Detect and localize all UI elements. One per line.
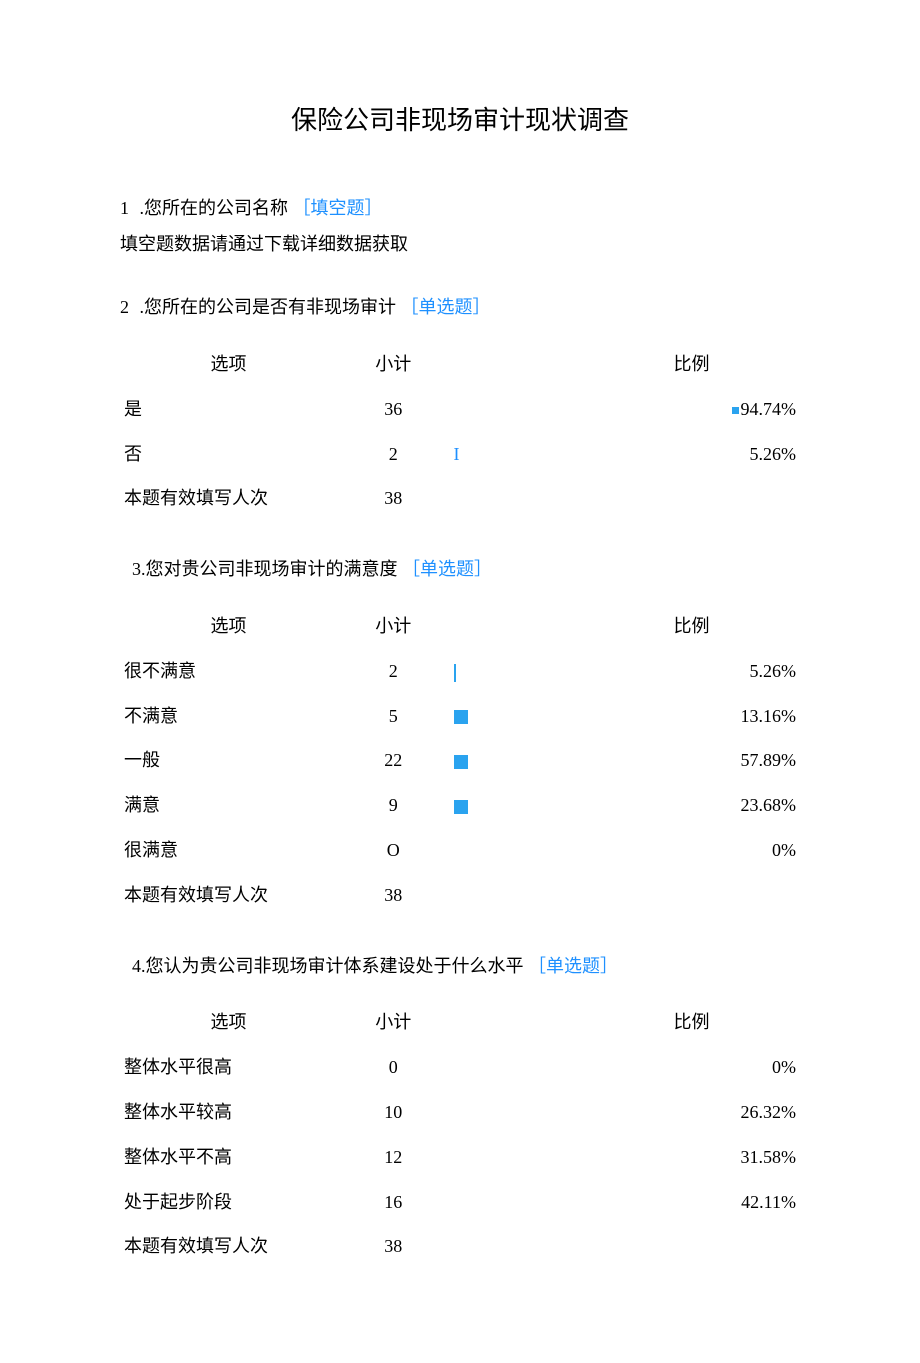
bar-icon — [732, 407, 739, 414]
percent-value: 5.26% — [583, 649, 800, 694]
bar-icon — [454, 755, 468, 769]
total-count: 38 — [337, 1224, 450, 1269]
percent-value: 13.16% — [583, 694, 800, 739]
total-count: 38 — [337, 873, 450, 918]
question-2: 2 .您所在的公司是否有非现场审计 ［单选题］ 选项 小计 比例 是 36 94… — [120, 293, 800, 521]
bar-icon — [454, 664, 456, 682]
table-row: 是 36 94.74% — [120, 387, 800, 432]
percent-value: 26.32% — [583, 1090, 800, 1135]
col-subtotal: 小计 — [337, 342, 450, 387]
option-label: 很不满意 — [120, 649, 337, 694]
table-row: 否 2 I 5.26% — [120, 432, 800, 477]
q4-results-table: 选项 小计 比例 整体水平很高 0 0% 整体水平较高 10 26.32% 整体… — [120, 1000, 800, 1269]
option-label: 满意 — [120, 783, 337, 828]
q4-text: 您认为贵公司非现场审计体系建设处于什么水平 — [146, 956, 524, 976]
table-row: 整体水平很高 0 0% — [120, 1045, 800, 1090]
option-label: 是 — [120, 387, 337, 432]
q2-results-table: 选项 小计 比例 是 36 94.74% 否 2 I 5.26% 本题有效填写人… — [120, 342, 800, 521]
question-1: 1 .您所在的公司名称 ［填空题］ 填空题数据请通过下载详细数据获取 — [120, 194, 800, 260]
percent-value: 57.89% — [583, 738, 800, 783]
table-total-row: 本题有效填写人次 38 — [120, 476, 800, 521]
total-count: 38 — [337, 476, 450, 521]
table-row: 不满意 5 13.16% — [120, 694, 800, 739]
count-value: 5 — [337, 694, 450, 739]
col-subtotal: 小计 — [337, 1000, 450, 1045]
table-row: 整体水平不高 12 31.58% — [120, 1135, 800, 1180]
table-row: 很不满意 2 5.26% — [120, 649, 800, 694]
percent-value: 23.68% — [583, 783, 800, 828]
question-4: 4.您认为贵公司非现场审计体系建设处于什么水平 ［单选题］ 选项 小计 比例 整… — [120, 952, 800, 1270]
option-label: 不满意 — [120, 694, 337, 739]
col-subtotal: 小计 — [337, 604, 450, 649]
q2-text: 您所在的公司是否有非现场审计 — [144, 297, 396, 317]
total-label: 本题有效填写人次 — [120, 1224, 337, 1269]
bar-icon — [454, 710, 468, 724]
col-ratio: 比例 — [583, 604, 800, 649]
option-label: 很满意 — [120, 828, 337, 873]
count-value: 16 — [337, 1180, 450, 1225]
count-value: 36 — [337, 387, 450, 432]
count-value: 9 — [337, 783, 450, 828]
q3-results-table: 选项 小计 比例 很不满意 2 5.26% 不满意 5 13.16% 一般 22… — [120, 604, 800, 918]
table-row: 很满意 O 0% — [120, 828, 800, 873]
option-label: 整体水平不高 — [120, 1135, 337, 1180]
single-choice-tag: ［单选题］ — [401, 297, 491, 317]
q3-text: 您对贵公司非现场审计的满意度 — [146, 559, 398, 579]
total-label: 本题有效填写人次 — [120, 476, 337, 521]
col-ratio: 比例 — [583, 342, 800, 387]
table-row: 处于起步阶段 16 42.11% — [120, 1180, 800, 1225]
q1-text: 您所在的公司名称 — [144, 198, 288, 218]
count-value: 10 — [337, 1090, 450, 1135]
percent-value: 5.26% — [583, 432, 800, 477]
table-total-row: 本题有效填写人次 38 — [120, 1224, 800, 1269]
percent-value: 42.11% — [583, 1180, 800, 1225]
col-option: 选项 — [120, 604, 337, 649]
bar-icon: I — [454, 444, 460, 464]
fill-blank-tag: ［填空题］ — [293, 198, 383, 218]
bar-icon — [454, 800, 468, 814]
question-3: 3.您对贵公司非现场审计的满意度 ［单选题］ 选项 小计 比例 很不满意 2 5… — [120, 555, 800, 917]
q2-num: 2 — [120, 293, 129, 322]
table-row: 满意 9 23.68% — [120, 783, 800, 828]
option-label: 否 — [120, 432, 337, 477]
table-total-row: 本题有效填写人次 38 — [120, 873, 800, 918]
option-label: 一般 — [120, 738, 337, 783]
count-value: 0 — [337, 1045, 450, 1090]
table-row: 整体水平较高 10 26.32% — [120, 1090, 800, 1135]
option-label: 整体水平很高 — [120, 1045, 337, 1090]
q1-num: 1 — [120, 194, 129, 223]
single-choice-tag: ［单选题］ — [528, 956, 618, 976]
q1-note: 填空题数据请通过下载详细数据获取 — [120, 230, 800, 259]
count-value: O — [337, 828, 450, 873]
count-value: 2 — [337, 432, 450, 477]
count-value: 12 — [337, 1135, 450, 1180]
option-label: 处于起步阶段 — [120, 1180, 337, 1225]
table-row: 一般 22 57.89% — [120, 738, 800, 783]
q4-num: 4 — [132, 956, 141, 976]
percent-value: 31.58% — [583, 1135, 800, 1180]
percent-value: 0% — [583, 1045, 800, 1090]
option-label: 整体水平较高 — [120, 1090, 337, 1135]
col-ratio: 比例 — [583, 1000, 800, 1045]
page-title: 保险公司非现场审计现状调查 — [120, 100, 800, 142]
q3-num: 3 — [132, 559, 141, 579]
total-label: 本题有效填写人次 — [120, 873, 337, 918]
percent-value: 94.74% — [583, 387, 800, 432]
count-value: 22 — [337, 738, 450, 783]
col-option: 选项 — [120, 1000, 337, 1045]
count-value: 2 — [337, 649, 450, 694]
single-choice-tag: ［单选题］ — [402, 559, 492, 579]
percent-value: 0% — [583, 828, 800, 873]
col-option: 选项 — [120, 342, 337, 387]
